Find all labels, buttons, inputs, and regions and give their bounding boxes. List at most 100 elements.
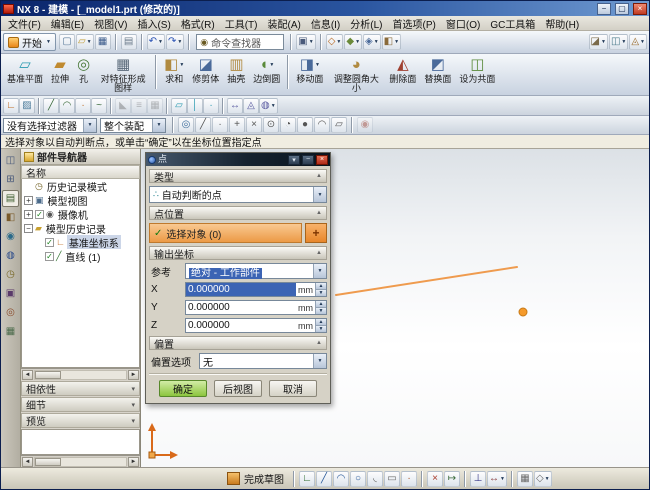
menu-item-4[interactable]: 格式(R) [176, 15, 220, 32]
view-cube-front-button[interactable]: ◪▼ [589, 34, 608, 50]
spin-down-icon[interactable]: ▼ [316, 325, 326, 332]
snap-arc-center-toggle[interactable]: ⊙ [263, 117, 279, 133]
replace-face-button[interactable]: ◩替换面 [420, 55, 455, 84]
ok-button[interactable]: 确定 [159, 380, 207, 397]
circle-button[interactable]: ○ [350, 471, 366, 487]
basic-curves-button[interactable]: ╱ [43, 98, 59, 114]
tree-item-5[interactable]: ✓╱直线 (1) [22, 249, 139, 263]
start-button[interactable]: 开始 ▼ [3, 33, 56, 51]
menu-item-0[interactable]: 文件(F) [3, 15, 46, 32]
spin-down-icon[interactable]: ▼ [316, 307, 326, 314]
datum-plane-small-button[interactable]: ▱ [171, 98, 187, 114]
move-face-button[interactable]: ◨▼移动面 [292, 55, 327, 84]
point-location-section-header[interactable]: 点位置 ▲ [149, 206, 327, 220]
sketch-line[interactable] [336, 267, 517, 295]
back-button[interactable]: 后视图 [214, 380, 262, 397]
hole-button[interactable]: ◎孔 [73, 55, 94, 84]
navigator-column-header[interactable]: 名称 [21, 165, 140, 179]
view-shaded-button[interactable]: ◆▼ [344, 34, 362, 50]
menu-item-9[interactable]: 首选项(P) [388, 15, 441, 32]
display-button[interactable]: ◍▼ [259, 98, 278, 114]
resize-blend-button[interactable]: ◕调整圆角大小 [327, 55, 385, 93]
make-coplanar-button[interactable]: ◫设为共面 [455, 55, 499, 84]
spin-down-icon[interactable]: ▼ [316, 289, 326, 296]
tree-item-1[interactable]: +▣模型视图 [22, 193, 139, 207]
save-button[interactable]: ▦ [95, 34, 111, 50]
snap-point-toggle[interactable]: ◎ [178, 117, 194, 133]
instance-button[interactable]: ▦ [147, 98, 163, 114]
undo-button[interactable]: ↶▼ [147, 34, 165, 50]
scroll-track[interactable] [34, 457, 127, 467]
arc-curve-button[interactable]: ◠ [59, 98, 75, 114]
navigator-panel-2[interactable]: 预览▾ [21, 413, 140, 428]
snap-midpoint-toggle[interactable]: ∙ [212, 117, 228, 133]
process-studio-tab[interactable]: ▣ [2, 285, 19, 302]
x-input[interactable]: 0.000000 mm ▲▼ [185, 282, 327, 297]
finish-sketch-button[interactable]: 完成草图 [223, 470, 288, 488]
point-create-button[interactable]: ∙ [75, 98, 91, 114]
delete-face-button[interactable]: ◭删除面 [385, 55, 420, 84]
scroll-right-icon[interactable]: ► [128, 370, 139, 380]
arc-button[interactable]: ◠ [333, 471, 349, 487]
output-coordinates-section-header[interactable]: 输出坐标 ▲ [149, 246, 327, 260]
point-button[interactable]: ∙ [401, 471, 417, 487]
scroll-left-icon[interactable]: ◄ [22, 457, 33, 467]
y-input[interactable]: 0.000000 mm ▲▼ [185, 300, 327, 315]
scroll-left-icon[interactable]: ◄ [22, 370, 33, 380]
unite-button[interactable]: ◧▼求和 [160, 55, 188, 84]
checkbox-checked[interactable]: ✓ [45, 238, 54, 247]
extrude-button[interactable]: ▰拉伸 [47, 55, 73, 84]
fillet-button[interactable]: ◟ [367, 471, 383, 487]
x-spinner[interactable]: ▲▼ [315, 283, 326, 296]
view-wireframe-button[interactable]: ◈▼ [363, 34, 381, 50]
window-button[interactable]: ▣▼ [296, 34, 315, 50]
quick-extend-button[interactable]: ↦ [444, 471, 460, 487]
profile-button[interactable]: ∟ [299, 471, 315, 487]
view-cube-iso-button[interactable]: ◬▼ [629, 34, 647, 50]
redo-button[interactable]: ↷▼ [166, 34, 184, 50]
navigator-hscroll-bottom[interactable]: ◄ ► [21, 455, 140, 467]
menu-item-6[interactable]: 装配(A) [262, 15, 305, 32]
open-file-button[interactable]: ▱▼ [76, 34, 94, 50]
point-type-combo[interactable]: ∴ 自动判断的点 ▼ [149, 186, 327, 203]
analysis-button[interactable]: ◬ [243, 98, 259, 114]
select-object-row[interactable]: ✓ 选择对象 (0) [149, 223, 302, 243]
datum-point-button[interactable]: ∙ [203, 98, 219, 114]
menu-item-1[interactable]: 编辑(E) [46, 15, 89, 32]
history-tab[interactable]: ◷ [2, 266, 19, 283]
pattern-feature-button[interactable]: ▦对特征形成图样 [94, 55, 152, 93]
offset-option-combo[interactable]: 无 ▼ [199, 353, 327, 369]
menu-item-11[interactable]: GC工具箱 [485, 15, 540, 32]
dialog-menu-button[interactable]: ▾ [288, 155, 300, 165]
scroll-right-icon[interactable]: ► [128, 457, 139, 467]
dropdown-arrow-icon[interactable]: ▼ [313, 187, 326, 202]
view-section-button[interactable]: ◧▼ [382, 34, 401, 50]
dropdown-arrow-icon[interactable]: ▼ [83, 119, 96, 132]
menu-item-10[interactable]: 窗口(O) [441, 15, 485, 32]
menu-item-12[interactable]: 帮助(H) [540, 15, 584, 32]
dropdown-arrow-icon[interactable]: ▼ [313, 264, 326, 278]
sketch-button[interactable]: ▨ [19, 98, 35, 114]
tree-item-4[interactable]: ✓∟基准坐标系 [22, 235, 139, 249]
dropdown-arrow-icon[interactable]: ▼ [313, 354, 326, 368]
scroll-track[interactable] [34, 370, 127, 380]
selection-filter-combo[interactable]: 没有选择过滤器 ▼ [3, 118, 97, 133]
snap-existing-point-toggle[interactable]: ● [297, 117, 313, 133]
checkbox-checked[interactable]: ✓ [35, 210, 44, 219]
dialog-minimize-button[interactable]: − [302, 155, 314, 165]
constraint-navigator-tab[interactable]: ⊞ [2, 171, 19, 188]
navigator-hscroll[interactable]: ◄ ► [21, 368, 140, 380]
view-cube-top-button[interactable]: ◫▼ [609, 34, 628, 50]
roles-tab[interactable]: ◎ [2, 304, 19, 321]
scroll-thumb[interactable] [35, 458, 61, 466]
shell-button[interactable]: ▥抽壳 [223, 55, 249, 84]
close-button[interactable]: × [633, 3, 647, 15]
interrupt-button[interactable]: ◉ [357, 117, 373, 133]
spline-button[interactable]: ~ [91, 98, 107, 114]
datum-plane-button[interactable]: ▱基准平面 [3, 55, 47, 84]
datum-axis-button[interactable]: │ [187, 98, 203, 114]
navigator-panel-0[interactable]: 相依性▾ [21, 381, 140, 396]
expand-plus-icon[interactable]: + [24, 210, 33, 219]
rectangle-button[interactable]: ▭ [384, 471, 400, 487]
convert-reference-button[interactable]: ◇▼ [534, 471, 552, 487]
